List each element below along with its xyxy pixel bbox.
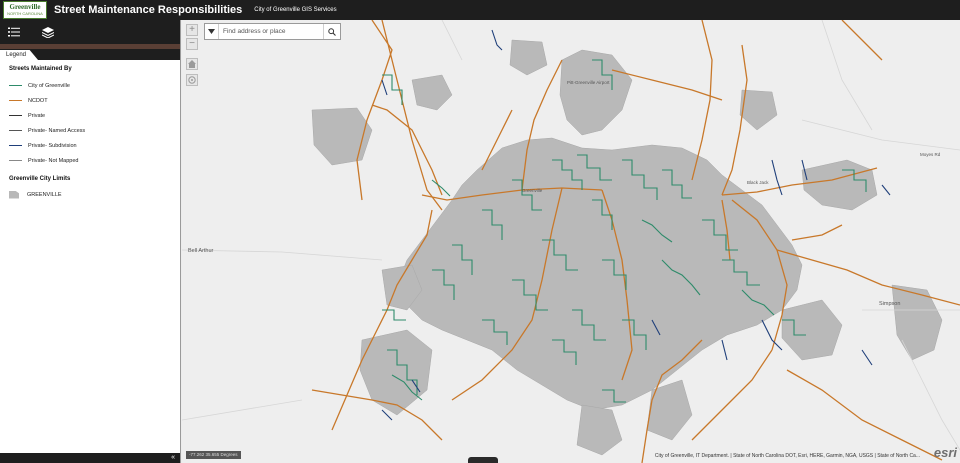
legend-label: Private bbox=[28, 112, 46, 119]
attribute-table-toggle[interactable] bbox=[468, 457, 498, 463]
map-canvas bbox=[182, 20, 960, 463]
legend-label: City of Greenville bbox=[28, 82, 70, 89]
home-button[interactable] bbox=[186, 58, 198, 70]
collapse-panel-button[interactable]: « bbox=[171, 453, 175, 463]
legend-label: NCDOT bbox=[28, 97, 48, 104]
legend-item-greenville: GREENVILLE bbox=[9, 187, 180, 202]
esri-logo[interactable]: esri bbox=[934, 445, 957, 460]
locate-button[interactable] bbox=[186, 74, 198, 86]
search-button[interactable] bbox=[323, 24, 339, 39]
legend-item-private-not-mapped: Private- Not Mapped bbox=[9, 153, 180, 168]
legend-label: Private- Not Mapped bbox=[28, 157, 79, 164]
place-label: Black Jack bbox=[747, 180, 769, 185]
search-widget bbox=[204, 23, 341, 40]
search-source-dropdown[interactable] bbox=[205, 24, 219, 39]
legend-line-city bbox=[9, 85, 22, 86]
legend-line-private-subdivision bbox=[9, 145, 22, 146]
zoom-out-button[interactable]: − bbox=[186, 38, 198, 50]
legend-heading-city-limits: Greenville City Limits bbox=[9, 176, 71, 182]
zoom-in-button[interactable]: + bbox=[186, 24, 198, 36]
side-panel: Legend Streets Maintained By City of Gre… bbox=[0, 20, 181, 463]
logo-text: Greenville bbox=[9, 3, 41, 11]
coordinate-readout: -77.262 35.655 Degrees bbox=[186, 451, 241, 459]
logo-tagline: NORTH CAROLINA bbox=[7, 11, 43, 16]
caret-down-icon bbox=[208, 29, 215, 34]
legend: Streets Maintained By City of Greenville… bbox=[0, 60, 180, 202]
legend-heading-streets: Streets Maintained By bbox=[9, 66, 72, 72]
legend-line-private bbox=[9, 115, 22, 116]
legend-swatch-greenville bbox=[9, 190, 19, 199]
search-icon bbox=[327, 27, 336, 36]
legend-item-private-subdivision: Private- Subdivision bbox=[9, 138, 180, 153]
search-input[interactable] bbox=[219, 25, 323, 38]
app-window: Greenville NORTH CAROLINA Street Mainten… bbox=[0, 0, 960, 463]
place-label: Simpson bbox=[879, 301, 901, 307]
legend-label: GREENVILLE bbox=[27, 191, 62, 198]
place-label: Greenville bbox=[522, 188, 543, 193]
app-header: Greenville NORTH CAROLINA Street Mainten… bbox=[0, 0, 960, 20]
legend-item-private-named-access: Private- Named Access bbox=[9, 123, 180, 138]
map-attribution[interactable]: City of Greenville, IT Department. | Sta… bbox=[655, 453, 920, 459]
legend-label: Private- Subdivision bbox=[28, 142, 77, 149]
legend-list-button[interactable] bbox=[0, 20, 28, 44]
legend-line-private-named-access bbox=[9, 130, 22, 131]
legend-line-ncdot bbox=[9, 100, 22, 101]
city-limits-layer bbox=[311, 39, 943, 456]
list-icon bbox=[8, 27, 20, 37]
legend-item-private: Private bbox=[9, 108, 180, 123]
locate-icon bbox=[188, 76, 196, 84]
layers-button[interactable] bbox=[34, 20, 62, 44]
app-title: Street Maintenance Responsibilities bbox=[54, 4, 243, 16]
map-view[interactable]: + − Bell Arthur Simpson Pitt-Greenville … bbox=[182, 20, 960, 463]
tab-legend[interactable]: Legend bbox=[0, 50, 39, 60]
panel-footer: « bbox=[0, 453, 180, 463]
home-icon bbox=[188, 60, 196, 68]
legend-item-city: City of Greenville bbox=[9, 78, 180, 93]
city-logo: Greenville NORTH CAROLINA bbox=[3, 1, 47, 19]
legend-item-ncdot: NCDOT bbox=[9, 93, 180, 108]
place-label: Bell Arthur bbox=[188, 248, 214, 254]
panel-toolbar bbox=[0, 20, 180, 44]
legend-tabbar: Legend bbox=[0, 49, 180, 60]
legend-label: Private- Named Access bbox=[28, 127, 86, 134]
place-label: Moyes Rd bbox=[920, 152, 941, 157]
layers-icon bbox=[42, 26, 54, 38]
app-subtitle[interactable]: City of Greenville GIS Services bbox=[254, 7, 336, 13]
legend-line-private-not-mapped bbox=[9, 160, 22, 161]
place-label: Pitt-Greenville Airport bbox=[567, 80, 610, 85]
